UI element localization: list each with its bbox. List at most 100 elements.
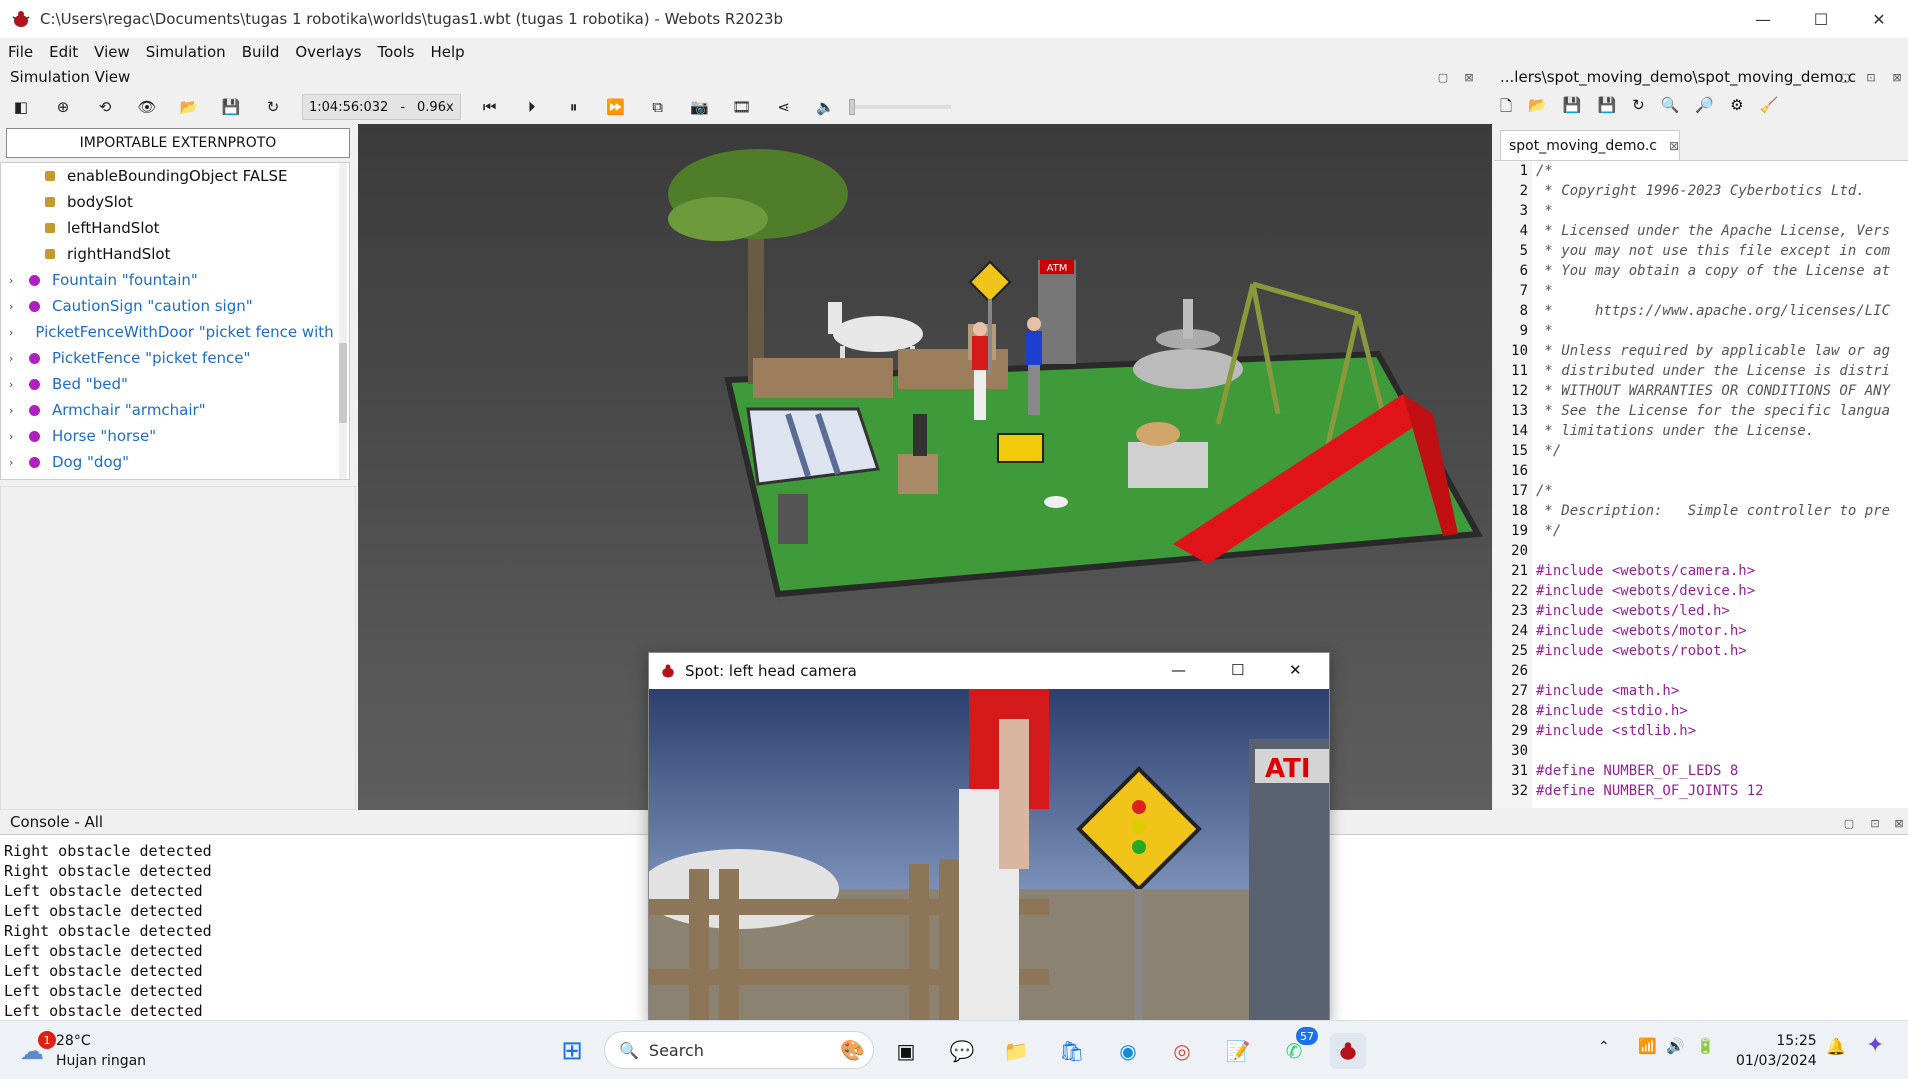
expand-arrow-icon[interactable]: › <box>9 274 19 287</box>
add-node-icon[interactable]: ⊕ <box>52 96 74 118</box>
edge-browser-icon[interactable]: ◉ <box>1110 1033 1146 1069</box>
share-icon[interactable]: ⋖ <box>773 96 795 118</box>
menu-build[interactable]: Build <box>234 43 288 61</box>
panel-maximize-icon[interactable]: ⊡ <box>1868 816 1882 830</box>
code-editor[interactable]: 1 2 3 4 5 6 7 8 9 10 11 12 13 14 15 16 17 18 19 20 21 22 23 24 2… <box>1494 160 1908 808</box>
render-toggle-icon[interactable]: ⧉ <box>647 96 669 118</box>
expand-arrow-icon[interactable]: › <box>9 404 19 417</box>
volume-icon[interactable]: 🔈 <box>815 96 837 118</box>
editor-tab[interactable]: spot_moving_demo.c ⊠ <box>1500 130 1680 160</box>
menu-tools[interactable]: Tools <box>369 43 422 61</box>
battery-icon[interactable]: 🔋 <box>1696 1037 1715 1055</box>
tree-node[interactable]: › Dog "dog" <box>1 449 349 475</box>
expand-arrow-icon[interactable]: › <box>9 300 19 313</box>
chrome-browser-icon[interactable]: ◎ <box>1164 1033 1200 1069</box>
taskbar-search[interactable]: 🔍 Search 🎨 <box>604 1031 874 1069</box>
expand-arrow-icon[interactable]: › <box>9 456 19 469</box>
menu-simulation[interactable]: Simulation <box>138 43 234 61</box>
tree-field[interactable]: leftHandSlot <box>1 215 349 241</box>
show-hidden-icons-icon[interactable]: ⌃ <box>1598 1039 1610 1055</box>
field-editor-panel <box>0 486 356 810</box>
panel-float-icon[interactable]: ▢ <box>1838 70 1852 84</box>
line-number: 12 <box>1511 383 1528 399</box>
tree-node[interactable]: › PicketFenceWithDoor "picket fence with … <box>1 319 349 345</box>
file-explorer-icon[interactable]: 📁 <box>998 1033 1034 1069</box>
menu-overlays[interactable]: Overlays <box>287 43 369 61</box>
toggle-scene-tree-icon[interactable]: ◧ <box>10 96 32 118</box>
importable-externproto-button[interactable]: IMPORTABLE EXTERNPROTO <box>6 128 350 158</box>
tree-node[interactable]: › Bed "bed" <box>1 371 349 397</box>
open-file-icon[interactable]: 📂 <box>1528 96 1547 121</box>
panel-float-icon[interactable]: ▢ <box>1842 816 1856 830</box>
whatsapp-icon[interactable]: ✆ 57 <box>1276 1027 1318 1069</box>
camera-maximize-button[interactable]: ☐ <box>1231 661 1244 679</box>
menu-view[interactable]: View <box>86 43 138 61</box>
tree-node[interactable]: › CautionSign "caution sign" <box>1 293 349 319</box>
system-clock[interactable]: 15:25 01/03/2024 <box>1736 1031 1817 1071</box>
menu-help[interactable]: Help <box>422 43 472 61</box>
screenshot-icon[interactable]: 📷 <box>689 96 711 118</box>
expand-arrow-icon[interactable]: › <box>9 352 19 365</box>
tree-node[interactable]: › Horse "horse" <box>1 423 349 449</box>
title-bar: C:\Users\regac\Documents\tugas 1 robotik… <box>0 0 1908 38</box>
tree-field[interactable]: rightHandSlot <box>1 241 349 267</box>
tab-close-icon[interactable]: ⊠ <box>1669 139 1679 153</box>
build-icon[interactable]: ⚙ <box>1730 96 1743 121</box>
open-world-icon[interactable]: 📂 <box>178 96 200 118</box>
menu-edit[interactable]: Edit <box>41 43 86 61</box>
microsoft-store-icon[interactable]: 🛍 <box>1054 1033 1090 1069</box>
reset-simulation-icon[interactable]: ⏮ <box>479 96 501 118</box>
task-view-icon[interactable]: ▣ <box>888 1033 924 1069</box>
tree-node[interactable]: › PicketFence "picket fence" <box>1 345 349 371</box>
tree-scrollbar[interactable] <box>339 163 347 479</box>
menu-file[interactable]: File <box>0 43 41 61</box>
expand-arrow-icon[interactable]: › <box>9 326 13 339</box>
pause-icon[interactable]: ⏸ <box>563 96 585 118</box>
minimize-button[interactable]: — <box>1734 0 1792 38</box>
camera-close-button[interactable]: ✕ <box>1289 661 1302 679</box>
weather-widget[interactable]: ☁ 1 28°C Hujan ringan <box>20 1031 146 1071</box>
save-file-icon[interactable]: 💾 <box>1563 96 1582 121</box>
save-world-icon[interactable]: 💾 <box>220 96 242 118</box>
windows-start-icon[interactable]: ⊞ <box>554 1033 590 1069</box>
reload-world-icon[interactable]: ↻ <box>262 96 284 118</box>
close-button[interactable]: ✕ <box>1850 0 1908 38</box>
tree-field[interactable]: enableBoundingObject FALSE <box>1 163 349 189</box>
node-icon <box>29 430 40 442</box>
find-icon[interactable]: 🔍 <box>1661 96 1680 121</box>
new-file-icon[interactable]: 🗋 <box>1500 96 1512 121</box>
panel-close-icon[interactable]: ⊠ <box>1892 816 1906 830</box>
panel-close-icon[interactable]: ⊠ <box>1890 70 1904 84</box>
revert-icon[interactable]: ↻ <box>1632 96 1645 121</box>
camera-minimize-button[interactable]: — <box>1171 661 1186 679</box>
clean-icon[interactable]: 🧹 <box>1760 96 1779 121</box>
line-number: 32 <box>1511 783 1528 799</box>
wifi-icon[interactable]: 📶 <box>1638 1037 1657 1055</box>
notification-bell-icon[interactable]: 🔔 <box>1826 1037 1846 1056</box>
notepad-icon[interactable]: 📝 <box>1220 1033 1256 1069</box>
copilot-icon[interactable]: ✦ <box>1866 1033 1884 1058</box>
step-icon[interactable]: ⏵ <box>521 96 543 118</box>
tree-node[interactable]: › Armchair "armchair" <box>1 397 349 423</box>
camera-window[interactable]: Spot: left head camera — ☐ ✕ ATI <box>648 652 1330 1022</box>
teams-chat-icon[interactable]: 💬 <box>944 1033 980 1069</box>
webots-taskbar-icon[interactable] <box>1330 1033 1366 1069</box>
camera-window-titlebar[interactable]: Spot: left head camera — ☐ ✕ <box>649 653 1329 689</box>
expand-arrow-icon[interactable]: › <box>9 430 19 443</box>
replace-icon[interactable]: 🔎 <box>1695 96 1714 121</box>
reset-viewpoint-icon[interactable]: ⟲ <box>94 96 116 118</box>
view-icon[interactable]: 👁 <box>136 96 158 118</box>
fast-forward-icon[interactable]: ⏩ <box>605 96 627 118</box>
tree-field[interactable]: bodySlot <box>1 189 349 215</box>
expand-arrow-icon[interactable]: › <box>9 378 19 391</box>
panel-float-icon[interactable]: ▢ <box>1436 70 1450 84</box>
maximize-button[interactable]: ☐ <box>1792 0 1850 38</box>
volume-slider[interactable] <box>848 99 951 115</box>
panel-maximize-icon[interactable]: ⊡ <box>1864 70 1878 84</box>
record-movie-icon[interactable]: 🎞 <box>731 96 753 118</box>
save-all-icon[interactable]: 💾 <box>1597 96 1616 121</box>
panel-close-icon[interactable]: ⊠ <box>1462 70 1476 84</box>
speaker-icon[interactable]: 🔊 <box>1666 1037 1685 1055</box>
code-text[interactable]: /* * Copyright 1996-2023 Cyberbotics Ltd… <box>1532 161 1908 808</box>
tree-node[interactable]: › Fountain "fountain" <box>1 267 349 293</box>
